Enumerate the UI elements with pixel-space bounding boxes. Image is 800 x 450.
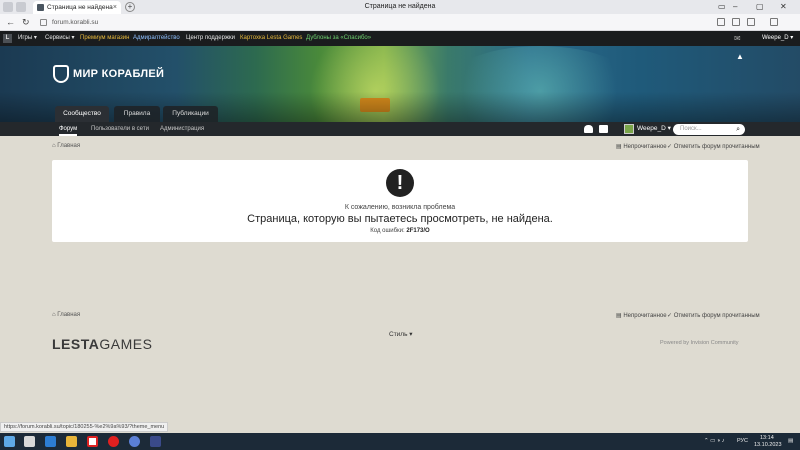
file-explorer-icon[interactable] bbox=[66, 436, 77, 447]
mark-read-link[interactable]: ✓ Отметить форум прочитанным bbox=[667, 143, 760, 150]
forum-sub-nav: Форум Пользователи в сети Администрация … bbox=[0, 122, 800, 136]
tab-rules[interactable]: Правила bbox=[114, 106, 160, 122]
yandex-browser-icon[interactable] bbox=[87, 436, 98, 447]
style-selector[interactable]: Стиль ▾ bbox=[389, 330, 413, 338]
link-status-bar: https://forum.korabli.su/topic/180255-%e… bbox=[0, 422, 169, 432]
topnav-lesta-card[interactable]: Картохка Lesta Games bbox=[240, 31, 302, 46]
error-code-label: Код ошибки: bbox=[370, 228, 405, 234]
close-tab-icon[interactable]: × bbox=[113, 1, 117, 14]
search-input[interactable]: Поиск... ⌕ bbox=[673, 124, 745, 135]
tab-community[interactable]: Сообщество bbox=[55, 106, 109, 122]
reload-icon[interactable]: ↻ bbox=[22, 16, 30, 29]
window-title: Страница не найдена bbox=[364, 3, 436, 10]
notifications-bell-icon[interactable] bbox=[584, 125, 593, 133]
footer-home-icon: ⌂ bbox=[52, 312, 56, 318]
task-view-icon[interactable] bbox=[45, 436, 56, 447]
footer-unread-link[interactable]: ▤ Непрочитанное bbox=[616, 312, 667, 319]
minimize-icon[interactable]: – bbox=[733, 0, 737, 14]
new-tab-icon[interactable]: + bbox=[125, 2, 135, 12]
mark-read-label: Отметить форум прочитанным bbox=[673, 144, 760, 150]
unread-link[interactable]: ▤ Непрочитанное bbox=[616, 143, 667, 150]
browser-menu-icon[interactable] bbox=[3, 2, 13, 12]
tray-icons[interactable]: ⌃ ▭ ◑ ♪ bbox=[704, 438, 724, 444]
error-code: 2F173/O bbox=[406, 228, 430, 234]
tabs-list-icon[interactable] bbox=[16, 2, 26, 12]
breadcrumb-home[interactable]: Главная bbox=[57, 143, 80, 149]
error-card: ! К сожалению, возникла проблема Страниц… bbox=[52, 160, 748, 242]
bookmark-icon[interactable] bbox=[747, 18, 755, 26]
collapse-banner-icon[interactable]: ▲ bbox=[736, 52, 744, 61]
language-indicator[interactable]: РУС bbox=[737, 438, 748, 444]
lesta-games-logo[interactable]: LESTAGAMES bbox=[52, 336, 152, 352]
gift-icon[interactable]: ✉ bbox=[734, 31, 741, 46]
footer-check-icon: ✓ bbox=[667, 313, 673, 319]
error-message: Страница, которую вы пытаетесь просмотре… bbox=[247, 213, 553, 225]
messages-envelope-icon[interactable] bbox=[599, 125, 608, 133]
opera-icon[interactable] bbox=[108, 436, 119, 447]
unread-icon: ▤ bbox=[616, 144, 622, 150]
address-text: forum.korabli.su bbox=[52, 19, 99, 26]
tab-publications[interactable]: Публикации bbox=[163, 106, 218, 122]
lesta-home-icon[interactable]: L bbox=[3, 34, 12, 43]
lesta-logo-light: GAMES bbox=[99, 336, 153, 352]
topnav-admiralty[interactable]: Адмиралтейство bbox=[133, 31, 180, 46]
browser-tab-bar: Страница не найдена × + Страница не найд… bbox=[0, 0, 800, 14]
subnav-forum[interactable]: Форум bbox=[59, 122, 78, 136]
powered-by-link[interactable]: Powered by Invision Community bbox=[660, 340, 739, 346]
maximize-icon[interactable]: ▢ bbox=[756, 0, 764, 14]
site-logo-text: МИР КОРАБЛЕЙ bbox=[73, 68, 165, 80]
site-logo[interactable]: МИР КОРАБЛЕЙ bbox=[53, 64, 164, 84]
topnav-doubloons[interactable]: Дублоны за «Спасибо» bbox=[306, 31, 371, 46]
address-bar-row: ← ↻ forum.korabli.su bbox=[0, 14, 800, 31]
logo-shield-icon bbox=[53, 65, 69, 83]
translate-icon[interactable] bbox=[717, 18, 725, 26]
search-placeholder: Поиск... bbox=[680, 126, 702, 132]
browser-tab[interactable]: Страница не найдена × bbox=[33, 1, 121, 14]
topnav-services[interactable]: Сервисы ▾ bbox=[45, 31, 75, 46]
notification-center-icon[interactable]: ▤ bbox=[788, 438, 793, 444]
bookmarks-panel-icon[interactable]: ▭ bbox=[718, 0, 726, 14]
footer-breadcrumb[interactable]: ⌂ Главная bbox=[52, 312, 80, 318]
home-icon: ⌂ bbox=[52, 143, 56, 149]
user-menu[interactable]: Weepe_D ▾ bbox=[637, 122, 671, 136]
topnav-user[interactable]: Weepe_D ▾ bbox=[762, 31, 793, 46]
topnav-games[interactable]: Игры ▾ bbox=[18, 31, 37, 46]
game-center-icon[interactable] bbox=[150, 436, 161, 447]
topnav-premium-shop[interactable]: Премиум магазин bbox=[80, 31, 129, 46]
reader-icon[interactable] bbox=[732, 18, 740, 26]
address-field[interactable]: forum.korabli.su bbox=[40, 17, 680, 28]
footer-mark-read-label: Отметить форум прочитанным bbox=[673, 313, 760, 319]
search-taskbar-icon[interactable] bbox=[24, 436, 35, 447]
unread-label: Непрочитанное bbox=[623, 144, 667, 150]
error-sorry-text: К сожалению, возникла проблема bbox=[344, 204, 456, 211]
topnav-support[interactable]: Центр поддержки bbox=[186, 31, 235, 46]
back-icon[interactable]: ← bbox=[6, 16, 15, 29]
subnav-online-users[interactable]: Пользователи в сети bbox=[91, 122, 149, 136]
close-window-icon[interactable]: ✕ bbox=[780, 0, 787, 14]
footer-unread-label: Непрочитанное bbox=[623, 313, 667, 319]
footer-mark-read-link[interactable]: ✓ Отметить форум прочитанным bbox=[667, 312, 760, 319]
exclamation-icon: ! bbox=[386, 169, 414, 197]
browser-tab-title: Страница не найдена bbox=[47, 4, 113, 11]
os-taskbar: ⌃ ▭ ◑ ♪ РУС 13:14 13.10.2023 ▤ bbox=[0, 433, 800, 450]
download-icon[interactable] bbox=[770, 18, 778, 26]
site-top-nav: L Игры ▾ Сервисы ▾ Премиум магазин Адмир… bbox=[0, 31, 800, 46]
clock-time[interactable]: 13:14 bbox=[760, 435, 774, 441]
start-icon[interactable] bbox=[4, 436, 15, 447]
clock-date[interactable]: 13.10.2023 bbox=[754, 442, 782, 448]
breadcrumb[interactable]: ⌂ Главная bbox=[52, 143, 80, 149]
subnav-administration[interactable]: Администрация bbox=[160, 122, 204, 136]
site-favicon-icon bbox=[37, 4, 44, 11]
messenger-icon[interactable] bbox=[129, 436, 140, 447]
search-icon[interactable]: ⌕ bbox=[736, 124, 740, 135]
error-code-line: Код ошибки: 2F173/O bbox=[52, 228, 748, 234]
lock-icon bbox=[40, 19, 47, 26]
footer-unread-icon: ▤ bbox=[616, 313, 622, 319]
check-icon: ✓ bbox=[667, 144, 673, 150]
footer-breadcrumb-home[interactable]: Главная bbox=[57, 312, 80, 318]
avatar[interactable] bbox=[624, 124, 634, 134]
lesta-logo-bold: LESTA bbox=[52, 336, 100, 352]
